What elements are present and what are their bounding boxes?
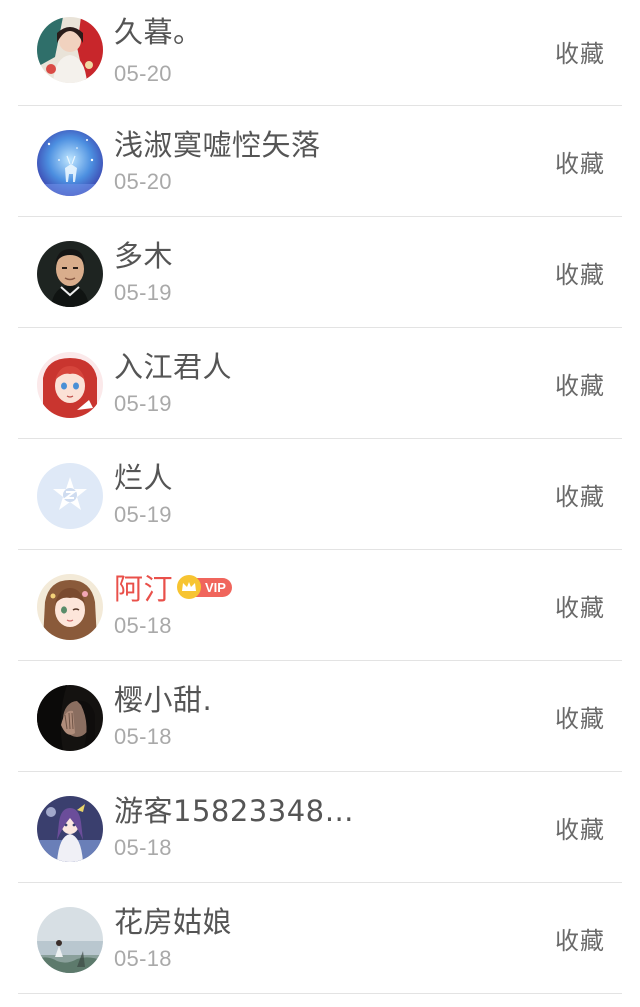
list-item[interactable]: 浅淑寞嘘悾矢落 05-20 收藏 xyxy=(0,106,640,217)
user-name[interactable]: 久暮。 xyxy=(114,9,203,51)
list-item[interactable]: 多木 05-19 收藏 xyxy=(0,217,640,328)
favorite-date: 05-18 xyxy=(114,724,172,749)
anime-purple-girl-avatar-icon[interactable] xyxy=(37,796,103,862)
user-name-line: 多木 xyxy=(114,234,173,274)
user-name-line: 烂人 xyxy=(114,456,173,496)
seaside-figure-avatar-icon[interactable] xyxy=(37,907,103,973)
list-item[interactable]: 入江君人 05-19 收藏 xyxy=(0,328,640,439)
user-name-line: 阿汀 VIP xyxy=(114,567,232,607)
list-item[interactable]: 烂人 05-19 收藏 xyxy=(0,439,640,550)
favorite-date: 05-19 xyxy=(114,502,172,527)
user-name-line: 樱小甜. xyxy=(114,678,212,718)
user-name[interactable]: 浅淑寞嘘悾矢落 xyxy=(114,122,321,164)
favorite-button[interactable]: 收藏 xyxy=(555,366,605,401)
favorites-list: 久暮。 05-20 收藏 浅淑寞嘘悾矢落 05-20 收藏 多木 05-19 收… xyxy=(0,0,640,1007)
favorite-date: 05-19 xyxy=(114,391,172,416)
user-name-line: 久暮。 xyxy=(114,10,203,50)
user-name[interactable]: 烂人 xyxy=(114,455,173,497)
crown-icon xyxy=(177,575,202,599)
blue-deer-night-avatar-icon[interactable] xyxy=(37,130,103,196)
woman-in-red-floral-avatar-icon[interactable] xyxy=(37,17,103,83)
user-name[interactable]: 游客15823348… xyxy=(114,788,354,830)
favorite-date: 05-20 xyxy=(114,61,172,86)
user-name[interactable]: 多木 xyxy=(114,233,173,275)
girl-hand-face-dark-avatar-icon[interactable] xyxy=(37,685,103,751)
favorite-date: 05-19 xyxy=(114,280,172,305)
favorite-button[interactable]: 收藏 xyxy=(555,34,605,69)
user-name-line: 游客15823348… xyxy=(114,789,354,829)
list-item[interactable]: 游客15823348… 05-18 收藏 xyxy=(0,772,640,883)
default-qq-avatar-icon[interactable] xyxy=(37,463,103,529)
user-name-line: 花房姑娘 xyxy=(114,900,232,940)
user-name[interactable]: 阿汀 xyxy=(114,566,173,608)
vip-badge: VIP xyxy=(177,575,232,599)
favorite-button[interactable]: 收藏 xyxy=(555,255,605,290)
list-item[interactable]: 花房姑娘 05-18 收藏 xyxy=(0,883,640,994)
favorite-button[interactable]: 收藏 xyxy=(555,588,605,623)
favorite-button[interactable]: 收藏 xyxy=(555,921,605,956)
favorite-button[interactable]: 收藏 xyxy=(555,810,605,845)
favorite-date: 05-18 xyxy=(114,946,172,971)
list-item[interactable]: 阿汀 VIP 05-18 收藏 xyxy=(0,550,640,661)
anime-girl-winking-avatar-icon[interactable] xyxy=(37,574,103,640)
favorite-date: 05-20 xyxy=(114,169,172,194)
user-name-line: 入江君人 xyxy=(114,345,232,385)
favorite-button[interactable]: 收藏 xyxy=(555,144,605,179)
user-name[interactable]: 樱小甜. xyxy=(114,677,212,719)
man-portrait-avatar-icon[interactable] xyxy=(37,241,103,307)
user-name[interactable]: 入江君人 xyxy=(114,344,232,386)
favorite-date: 05-18 xyxy=(114,835,172,860)
list-item[interactable]: 久暮。 05-20 收藏 xyxy=(0,0,640,106)
user-name-line: 浅淑寞嘘悾矢落 xyxy=(114,123,321,163)
list-item[interactable]: 樱小甜. 05-18 收藏 xyxy=(0,661,640,772)
user-name[interactable]: 花房姑娘 xyxy=(114,899,232,941)
favorite-date: 05-18 xyxy=(114,613,172,638)
favorite-button[interactable]: 收藏 xyxy=(555,477,605,512)
anime-redhead-girl-avatar-icon[interactable] xyxy=(37,352,103,418)
favorite-button[interactable]: 收藏 xyxy=(555,699,605,734)
